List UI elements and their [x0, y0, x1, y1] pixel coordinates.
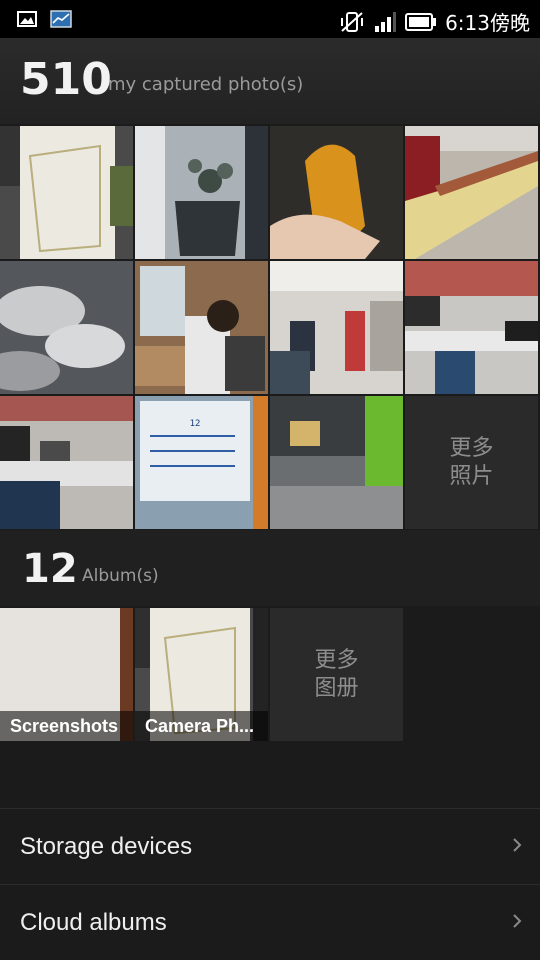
more-photos-label-line1: 更多 [449, 435, 494, 461]
album-count: 12 [22, 546, 78, 592]
photo-image [270, 261, 403, 394]
chevron-right-icon [513, 914, 522, 928]
album-camera-photos[interactable]: Camera Ph... [135, 608, 268, 741]
photo-thumbnail[interactable] [0, 396, 133, 529]
photo-image: 12 [135, 396, 268, 529]
photo-image [405, 126, 538, 259]
photo-count: 510 [20, 54, 112, 105]
photo-image [0, 396, 133, 529]
photo-thumbnail[interactable] [0, 261, 133, 394]
chart-notification-icon [50, 10, 72, 28]
photo-image [270, 126, 403, 259]
photo-thumbnail[interactable] [0, 126, 133, 259]
battery-icon [405, 12, 437, 31]
photo-image [135, 126, 268, 259]
photo-thumbnail[interactable] [405, 261, 538, 394]
album-row: Screenshots Camera Ph... 更多 图册 [0, 608, 540, 741]
photos-header[interactable]: 510 my captured photo(s) [0, 38, 540, 124]
photo-thumbnail[interactable] [270, 396, 403, 529]
more-photos-label-line2: 照片 [449, 463, 494, 489]
svg-text:12: 12 [190, 419, 201, 429]
photo-image [135, 261, 268, 394]
more-photos-button[interactable]: 更多 照片 [405, 396, 538, 529]
source-list: Storage devices Cloud albums [0, 808, 540, 960]
photo-thumbnail[interactable] [270, 261, 403, 394]
photo-image [270, 396, 403, 529]
list-item-label: Storage devices [20, 833, 193, 860]
photo-count-label: my captured photo(s) [108, 74, 304, 95]
photo-grid: 12 更多 照片 [0, 126, 540, 529]
album-name: Camera Ph... [135, 711, 268, 741]
photo-thumbnail[interactable]: 12 [135, 396, 268, 529]
photo-image [0, 126, 133, 259]
list-item-label: Cloud albums [20, 909, 167, 936]
more-albums-button[interactable]: 更多 图册 [270, 608, 403, 741]
more-albums-label-line1: 更多 [314, 647, 359, 673]
photo-thumbnail[interactable] [270, 126, 403, 259]
album-count-label: Album(s) [82, 566, 159, 586]
vibrate-off-icon [341, 11, 364, 32]
storage-devices-item[interactable]: Storage devices [0, 808, 540, 884]
chevron-right-icon [513, 838, 522, 852]
image-notification-icon [17, 11, 37, 27]
albums-header[interactable]: 12 Album(s) [0, 530, 540, 606]
signal-icon [375, 11, 397, 32]
photo-image [405, 261, 538, 394]
photo-thumbnail[interactable] [135, 261, 268, 394]
more-albums-label-line2: 图册 [314, 675, 359, 701]
album-name: Screenshots [0, 711, 133, 741]
photo-thumbnail[interactable] [405, 126, 538, 259]
photo-thumbnail[interactable] [135, 126, 268, 259]
photo-image [0, 261, 133, 394]
status-bar: 6:13傍晚 [0, 0, 540, 38]
cloud-albums-item[interactable]: Cloud albums [0, 884, 540, 960]
clock: 6:13傍晚 [445, 11, 530, 35]
album-screenshots[interactable]: Screenshots [0, 608, 133, 741]
